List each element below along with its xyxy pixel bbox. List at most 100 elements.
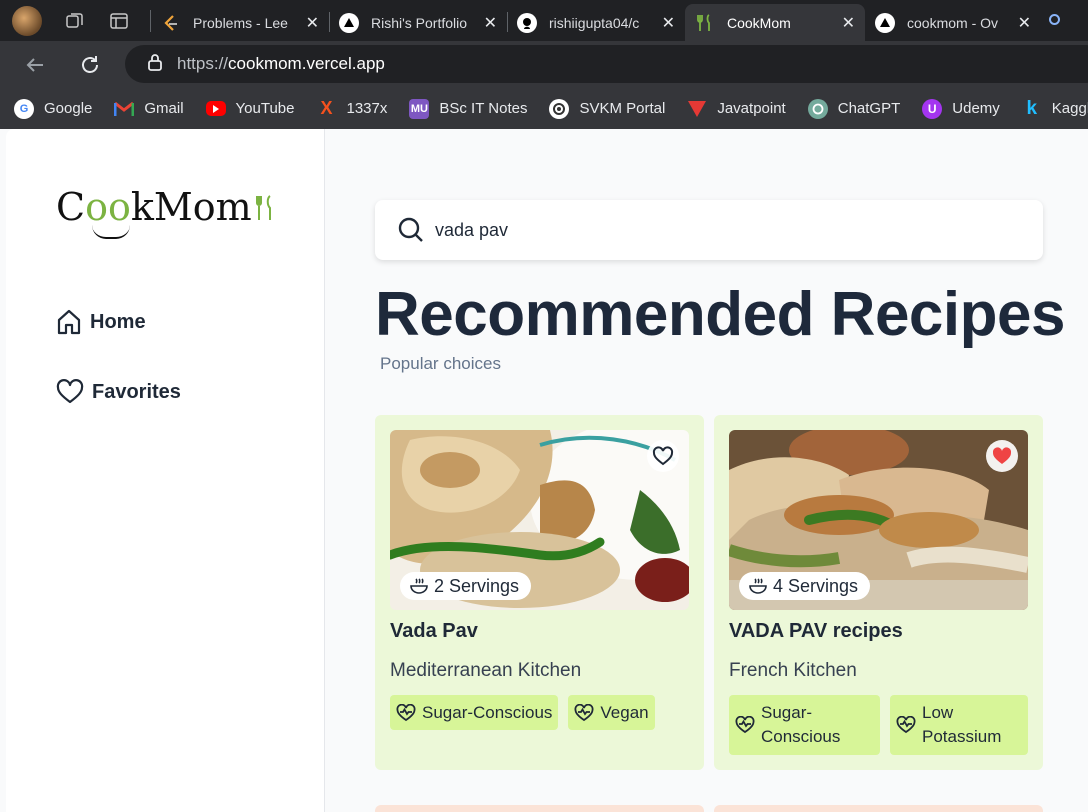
bookmark-label: YouTube	[235, 100, 295, 117]
recipe-card[interactable]: 4 Servings VADA PAV recipes French Kitch…	[714, 415, 1043, 770]
bookmark-label: 1337x	[346, 100, 388, 117]
bookmark-chatgpt[interactable]: ChatGPT	[807, 98, 900, 119]
heart-icon	[652, 446, 674, 466]
bookmark-bsc-it-notes[interactable]: MU BSc IT Notes	[409, 98, 528, 119]
mu-icon: MU	[409, 98, 430, 119]
vercel-icon	[875, 12, 895, 33]
home-icon	[57, 309, 81, 335]
bookmarks-bar: G Google Gmail YouTube X 1337x MU BSc IT…	[0, 88, 1088, 129]
bookmark-javatpoint[interactable]: Javatpoint	[687, 99, 786, 119]
recipe-image[interactable]: 2 Servings	[390, 430, 689, 610]
recipe-image[interactable]: 4 Servings	[729, 430, 1028, 610]
leetcode-icon	[161, 13, 181, 33]
reload-button[interactable]	[72, 47, 108, 83]
logo-smile	[92, 225, 130, 239]
bookmark-svkm-portal[interactable]: SVKM Portal	[549, 98, 666, 119]
page-viewport: CookMom Home Favorites Recommended Recip…	[6, 129, 1088, 812]
heart-pulse-icon	[574, 703, 594, 721]
back-button[interactable]	[17, 47, 53, 83]
main-content: Recommended Recipes Popular choices	[326, 129, 1088, 812]
tab-problems[interactable]: Problems - Lee ✕	[151, 4, 329, 41]
tab-cookmom-overview[interactable]: cookmom - Ov ✕	[865, 4, 1041, 41]
kaggle-icon: k	[1026, 97, 1038, 119]
recipe-source: French Kitchen	[729, 660, 857, 681]
bookmark-udemy[interactable]: U Udemy	[922, 98, 1000, 119]
tag-label: Sugar-Conscious	[422, 702, 553, 722]
recipe-tags: Sugar-Conscious Vegan	[390, 695, 655, 730]
recipe-title[interactable]: Vada Pav	[390, 620, 478, 643]
search-input[interactable]	[435, 219, 995, 241]
close-icon[interactable]: ✕	[834, 13, 855, 33]
recipe-title[interactable]: VADA PAV recipes	[729, 620, 903, 643]
close-icon[interactable]: ✕	[476, 13, 497, 33]
heart-pulse-icon	[735, 716, 755, 734]
page-title: Recommended Recipes	[375, 280, 1065, 349]
bookmark-kaggle[interactable]: k Kaggle	[1022, 97, 1088, 119]
tag-label: Sugar-Conscious	[761, 703, 841, 746]
bookmark-gmail[interactable]: Gmail	[114, 99, 184, 119]
svkm-icon	[549, 98, 570, 119]
chatgpt-icon	[807, 98, 828, 119]
app-logo[interactable]: CookMom	[56, 185, 274, 229]
servings-badge: 4 Servings	[739, 572, 871, 600]
browser-tab-bar: Problems - Lee ✕ Rishi's Portfolio ✕ ris…	[0, 0, 1088, 41]
tab-cookmom[interactable]: CookMom ✕	[685, 4, 865, 41]
tab-github[interactable]: rishiigupta04/c ✕	[507, 4, 685, 41]
bookmark-label: SVKM Portal	[579, 100, 666, 117]
tab-portfolio[interactable]: Rishi's Portfolio ✕	[329, 4, 507, 41]
bowl-icon	[410, 578, 428, 594]
bookmark-google[interactable]: G Google	[14, 98, 93, 119]
servings-badge: 2 Servings	[400, 572, 532, 600]
tab-actions-icon[interactable]	[108, 10, 130, 32]
url-field[interactable]: https://cookmom.vercel.app	[125, 45, 1088, 83]
bookmark-label: Google	[44, 100, 93, 117]
favorite-button[interactable]	[647, 440, 679, 472]
tab-title: Rishi's Portfolio	[371, 14, 468, 31]
heart-pulse-icon	[396, 703, 416, 721]
recipe-card-next[interactable]	[375, 805, 704, 812]
tab-title: rishiigupta04/c	[549, 14, 640, 31]
health-tag: Vegan	[568, 695, 655, 730]
url-text: https://cookmom.vercel.app	[177, 54, 385, 73]
tab-title: cookmom - Ov	[907, 14, 999, 31]
udemy-icon: U	[922, 98, 943, 119]
bookmark-label: Javatpoint	[717, 100, 786, 117]
tag-label: Vegan	[600, 702, 649, 722]
youtube-icon	[205, 101, 226, 116]
profile-avatar[interactable]	[12, 5, 42, 36]
servings-label: 4 Servings	[773, 575, 859, 596]
heart-icon	[56, 379, 84, 404]
search-tabs-icon[interactable]	[1045, 10, 1067, 32]
recipe-card[interactable]: 2 Servings Vada Pav Mediterranean Kitche…	[375, 415, 704, 770]
address-bar-row: https://cookmom.vercel.app	[0, 41, 1088, 88]
bookmark-label: Kaggle	[1051, 100, 1088, 117]
recipe-source: Mediterranean Kitchen	[390, 660, 582, 681]
search-icon	[398, 217, 423, 242]
google-icon: G	[14, 98, 34, 119]
page-subtitle: Popular choices	[380, 354, 501, 373]
bowl-icon	[749, 578, 767, 594]
bookmark-label: BSc IT Notes	[439, 100, 528, 117]
favorite-button[interactable]	[986, 440, 1018, 472]
github-icon	[517, 12, 537, 33]
close-icon[interactable]: ✕	[1010, 13, 1031, 33]
health-tag: Low Potassium	[890, 695, 1028, 755]
health-tag: Sugar-Conscious	[390, 695, 559, 730]
recipe-card-next[interactable]	[714, 805, 1043, 812]
sidebar-item-label: Home	[90, 310, 146, 333]
health-tag: Sugar-Conscious	[729, 695, 880, 755]
1337x-icon: X	[320, 98, 333, 118]
sidebar-item-favorites[interactable]: Favorites	[56, 379, 181, 405]
sidebar: CookMom Home Favorites	[6, 129, 325, 812]
sidebar-item-label: Favorites	[92, 380, 181, 403]
lock-icon[interactable]	[147, 53, 163, 76]
bookmark-1337x[interactable]: X 1337x	[317, 98, 388, 119]
recipe-tags: Sugar-Conscious Low Potassium	[729, 695, 1028, 755]
close-icon[interactable]: ✕	[654, 13, 675, 33]
search-bar[interactable]	[375, 200, 1043, 260]
workspaces-icon[interactable]	[64, 10, 86, 32]
close-icon[interactable]: ✕	[298, 13, 319, 33]
bookmark-label: Udemy	[952, 100, 1000, 117]
sidebar-item-home[interactable]: Home	[56, 308, 146, 336]
bookmark-youtube[interactable]: YouTube	[205, 100, 295, 117]
